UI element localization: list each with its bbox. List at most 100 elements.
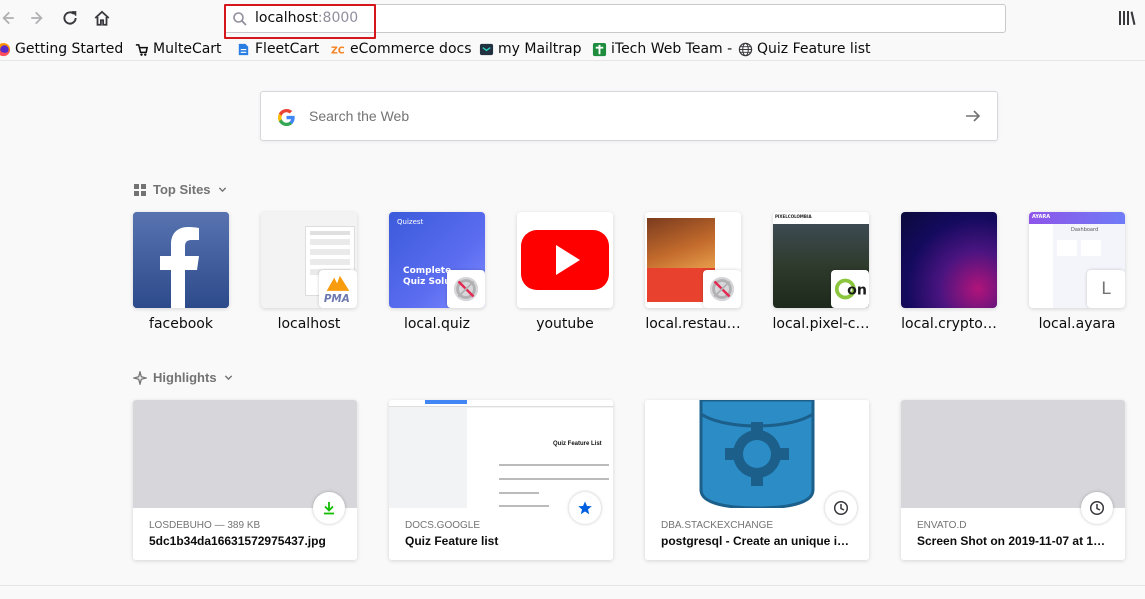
history-clock-icon bbox=[833, 500, 849, 516]
globe-icon bbox=[738, 42, 753, 56]
reload-button[interactable] bbox=[59, 7, 81, 29]
highlight-badge bbox=[825, 492, 857, 524]
bookmark-getting-started[interactable]: Getting Started bbox=[0, 39, 123, 59]
highlights-header[interactable]: Highlights bbox=[133, 370, 234, 385]
top-site-thumbnail: PIXELCOLOMBIA on bbox=[773, 212, 869, 308]
bookmark-multecart[interactable]: MulteCart bbox=[134, 39, 222, 59]
highlights-sparkle-icon bbox=[133, 370, 147, 385]
top-site-thumbnail bbox=[901, 212, 997, 308]
back-button[interactable] bbox=[0, 7, 18, 29]
phpmyadmin-logo-icon: PMA bbox=[324, 275, 350, 305]
top-sites-title: Top Sites bbox=[153, 182, 211, 197]
top-site-thumbnail: AYARA Dashboard L bbox=[1029, 212, 1125, 308]
highlight-card[interactable]: ENVATO.D Screen Shot on 2019-11-07 at 1… bbox=[901, 400, 1125, 560]
back-icon bbox=[2, 11, 14, 25]
library-icon[interactable] bbox=[1117, 9, 1137, 27]
highlight-badge bbox=[569, 492, 601, 524]
docs-share-button bbox=[425, 400, 467, 404]
top-site-local-quiz[interactable]: Quizest Complete Quiz Solution local.qui… bbox=[389, 212, 485, 332]
ayara-heading: Dashboard bbox=[1071, 227, 1099, 233]
bookmark-label: my Mailtrap bbox=[498, 41, 582, 57]
search-icon bbox=[233, 12, 247, 26]
url-bar[interactable]: localhost:8000 bbox=[224, 4, 1006, 33]
top-site-facebook[interactable]: facebook bbox=[133, 212, 229, 332]
forward-button[interactable] bbox=[27, 7, 49, 29]
top-site-thumbnail: PMA bbox=[261, 212, 357, 308]
bookmark-itech-web-team[interactable]: iTech Web Team - bbox=[592, 39, 732, 59]
default-site-badge bbox=[447, 270, 485, 308]
ayara-letter-badge: L bbox=[1087, 270, 1125, 308]
itech-icon bbox=[592, 42, 607, 56]
top-site-local-ayara[interactable]: AYARA Dashboard L local.ayara bbox=[1029, 212, 1125, 332]
url-text: localhost:8000 bbox=[255, 10, 358, 26]
top-site-local-crypto[interactable]: local.crypto… bbox=[901, 212, 997, 332]
pixel-brand: PIXELCOLOMBIA bbox=[773, 212, 869, 224]
docs-line bbox=[499, 492, 539, 494]
bookmark-star-icon bbox=[578, 501, 592, 515]
bookmark-ecommerce-docs[interactable]: ZC eCommerce docs bbox=[331, 39, 472, 59]
arrow-right-icon[interactable] bbox=[963, 106, 983, 126]
top-site-label: local.quiz bbox=[403, 316, 471, 332]
mailtrap-icon bbox=[479, 43, 494, 55]
top-site-youtube[interactable]: youtube bbox=[517, 212, 613, 332]
highlight-card[interactable]: DBA.STACKEXCHANGE postgresql - Create an… bbox=[645, 400, 869, 560]
docs-heading: Quiz Feature List bbox=[553, 441, 602, 447]
pma-text: PMA bbox=[324, 293, 350, 305]
chevron-down-icon bbox=[218, 187, 226, 193]
ecommerce-docs-icon: ZC bbox=[331, 45, 345, 56]
highlight-title: 5dc1b34da16631572975437.jpg bbox=[149, 534, 326, 548]
highlight-card[interactable]: Quiz Feature List DOCS.GOOGLE Quiz Featu… bbox=[389, 400, 613, 560]
highlights-title: Highlights bbox=[153, 370, 217, 385]
default-site-badge bbox=[703, 270, 741, 308]
top-site-localhost[interactable]: PMA localhost bbox=[261, 212, 357, 332]
highlight-title: postgresql - Create an unique i… bbox=[661, 534, 850, 548]
highlight-source: DBA.STACKEXCHANGE bbox=[661, 520, 774, 531]
top-sites-header[interactable]: Top Sites bbox=[133, 182, 228, 197]
web-search-box[interactable]: Search the Web bbox=[260, 91, 998, 141]
bookmark-fleetcart[interactable]: FleetCart bbox=[236, 39, 319, 59]
highlight-source: DOCS.GOOGLE bbox=[405, 520, 481, 531]
ayara-sidebar bbox=[1029, 224, 1053, 308]
bookmark-label: Getting Started bbox=[15, 41, 124, 57]
highlight-title: Quiz Feature list bbox=[405, 534, 499, 548]
highlight-badge bbox=[313, 492, 345, 524]
top-site-local-pixel-colombia[interactable]: PIXELCOLOMBIA on local.pixel-c… bbox=[773, 212, 869, 332]
history-clock-icon bbox=[1089, 500, 1105, 516]
youtube-logo-icon bbox=[521, 230, 609, 290]
highlight-source: LOSDEBUHO — 389 KB bbox=[149, 520, 261, 531]
ayara-brand: AYARA bbox=[1032, 214, 1051, 220]
url-port: :8000 bbox=[317, 10, 359, 26]
navigation-toolbar: localhost:8000 bbox=[0, 0, 1145, 39]
svg-text:ZC: ZC bbox=[331, 45, 345, 56]
google-logo-icon bbox=[277, 108, 295, 127]
forward-icon bbox=[31, 11, 43, 25]
top-site-local-restaurant[interactable]: local.restau… bbox=[645, 212, 741, 332]
download-icon bbox=[324, 502, 334, 515]
search-placeholder: Search the Web bbox=[309, 108, 410, 124]
ayara-card bbox=[1081, 240, 1101, 256]
pixel-on-logo-icon: on bbox=[834, 278, 867, 300]
bookmark-my-mailtrap[interactable]: my Mailtrap bbox=[479, 39, 582, 59]
top-site-label: youtube bbox=[536, 316, 594, 332]
highlight-title: Screen Shot on 2019-11-07 at 1… bbox=[917, 534, 1106, 548]
url-host: localhost bbox=[255, 10, 318, 26]
ayara-card bbox=[1057, 240, 1077, 256]
fleetcart-icon bbox=[238, 43, 249, 55]
bookmark-label: eCommerce docs bbox=[350, 41, 472, 57]
top-site-thumbnail: Quizest Complete Quiz Solution bbox=[389, 212, 485, 308]
top-site-label: local.restau… bbox=[645, 316, 741, 332]
top-site-label: local.pixel-c… bbox=[772, 316, 870, 332]
bookmark-quiz-feature-list[interactable]: Quiz Feature list bbox=[738, 39, 871, 59]
docs-toolbar bbox=[389, 400, 613, 407]
docs-line bbox=[499, 505, 549, 507]
broken-site-icon bbox=[709, 276, 735, 302]
top-site-thumbnail bbox=[517, 212, 613, 308]
top-site-thumbnail bbox=[645, 212, 741, 308]
highlight-card[interactable]: LOSDEBUHO — 389 KB 5dc1b34da166315729754… bbox=[133, 400, 357, 560]
highlight-badge bbox=[1081, 492, 1113, 524]
firefox-icon bbox=[0, 42, 11, 56]
home-button[interactable] bbox=[91, 7, 113, 29]
bookmark-label: FleetCart bbox=[255, 41, 320, 57]
page-bottom-divider bbox=[0, 585, 1145, 586]
bookmark-label: MulteCart bbox=[153, 41, 222, 57]
